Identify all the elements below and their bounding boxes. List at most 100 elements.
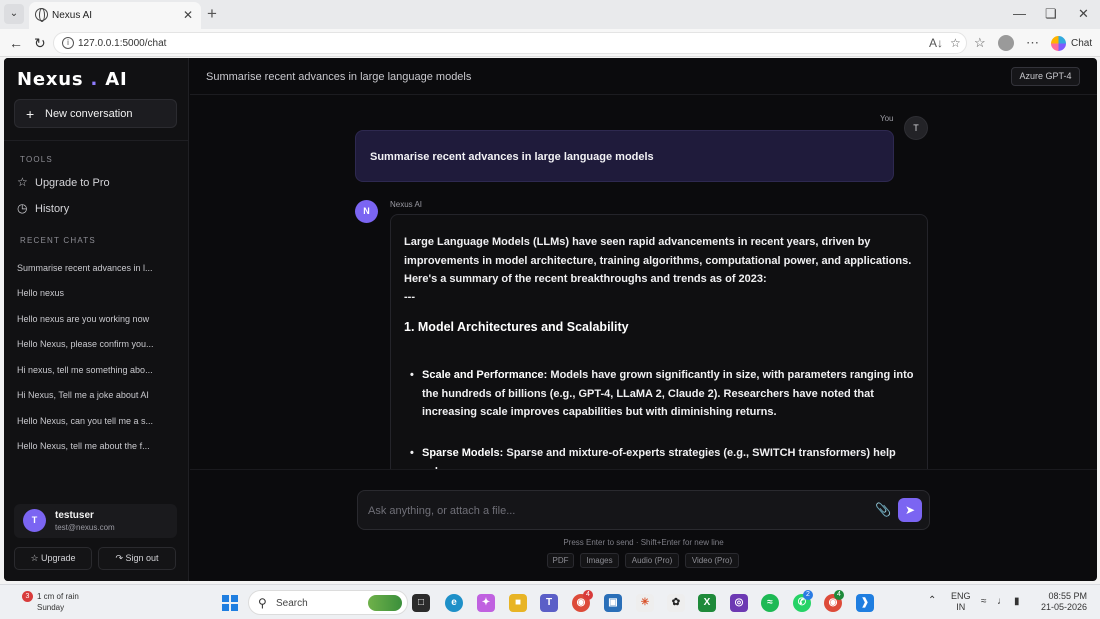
address-bar[interactable]: i 127.0.0.1:5000/chat A↓ ☆ bbox=[53, 32, 967, 54]
star-icon: ☆ bbox=[17, 175, 28, 189]
copilot-app-icon[interactable]: ✦ bbox=[477, 594, 495, 612]
paperclip-icon[interactable]: 📎 bbox=[875, 502, 891, 518]
info-icon[interactable]: i bbox=[62, 37, 74, 49]
user-name: testuser bbox=[55, 510, 94, 521]
browser-tab-strip: ⌄ Nexus AI ✕ + — ❏ ✕ bbox=[0, 0, 1100, 29]
upgrade-button[interactable]: ☆ Upgrade bbox=[14, 547, 92, 570]
notification-badge: 4 bbox=[834, 590, 844, 600]
ai-rule: --- bbox=[404, 291, 415, 303]
chip-video[interactable]: Video (Pro) bbox=[685, 553, 739, 568]
notification-badge: 2 bbox=[803, 590, 813, 600]
back-icon[interactable]: ← bbox=[9, 35, 23, 51]
sidebar-divider bbox=[4, 140, 188, 141]
browser-tab[interactable]: Nexus AI ✕ bbox=[29, 2, 201, 29]
recent-chat-item[interactable]: Hello Nexus, can you tell me a s... bbox=[17, 416, 167, 426]
model-selector[interactable]: Azure GPT-4 bbox=[1011, 67, 1080, 86]
volume-icon[interactable]: ♩ bbox=[997, 596, 1007, 607]
profile-avatar[interactable] bbox=[998, 35, 1014, 51]
recent-chat-item[interactable]: Hello Nexus, please confirm you... bbox=[17, 339, 167, 349]
favorite-star-icon[interactable]: ☆ bbox=[950, 36, 961, 50]
teams-app-icon[interactable]: T bbox=[540, 594, 558, 612]
chatgpt-app-icon[interactable]: ✿ bbox=[667, 594, 685, 612]
vscode-app-icon[interactable]: ❱ bbox=[856, 594, 874, 612]
chat-main: Summarise recent advances in large langu… bbox=[190, 58, 1097, 581]
sign-out-icon: ↷ bbox=[115, 553, 123, 563]
ai-avatar: N bbox=[355, 200, 378, 223]
xbox-app-icon[interactable]: X bbox=[698, 594, 716, 612]
language-indicator[interactable]: ENG IN bbox=[951, 591, 971, 613]
chip-audio[interactable]: Audio (Pro) bbox=[625, 553, 679, 568]
url-text[interactable]: 127.0.0.1:5000/chat bbox=[78, 38, 166, 49]
message-list[interactable]: You T Summarise recent advances in large… bbox=[190, 96, 1097, 469]
message-composer: 📎 ➤ bbox=[357, 490, 930, 530]
sidebar-item-label: History bbox=[35, 203, 70, 215]
search-label: Search bbox=[276, 598, 308, 609]
ai-message: Large Language Models (LLMs) have seen r… bbox=[390, 214, 928, 469]
read-aloud-icon[interactable]: A↓ bbox=[929, 36, 943, 50]
store-app-icon[interactable]: ▣ bbox=[604, 594, 622, 612]
copilot-label[interactable]: Chat bbox=[1071, 38, 1092, 49]
user-email: test@nexus.com bbox=[55, 523, 115, 532]
composer-hint: Press Enter to send · Shift+Enter for ne… bbox=[563, 538, 724, 547]
ai-bullet-item: Scale and Performance: Models have grown… bbox=[410, 366, 922, 422]
taskbar: 3 1 cm of rain Sunday ⚲ Search □ e ✦ ■ T… bbox=[0, 584, 1100, 619]
recent-chat-item[interactable]: Hi Nexus, Tell me a joke about AI bbox=[17, 390, 167, 400]
plus-icon: + bbox=[26, 106, 35, 122]
edge-app-icon[interactable]: e bbox=[445, 594, 463, 612]
taskbar-search[interactable]: ⚲ Search bbox=[248, 590, 408, 615]
clock-icon: ◷ bbox=[17, 201, 28, 215]
chip-images[interactable]: Images bbox=[580, 553, 619, 568]
ai-message-label: Nexus AI bbox=[390, 200, 423, 209]
clock[interactable]: 08:55 PM 21-05-2026 bbox=[1041, 591, 1087, 613]
search-icon: ⚲ bbox=[258, 596, 267, 610]
start-button[interactable] bbox=[222, 595, 238, 611]
minimize-icon[interactable]: — bbox=[1013, 6, 1026, 21]
file-explorer-app-icon[interactable]: ■ bbox=[509, 594, 527, 612]
spotify-app-icon[interactable]: ≈ bbox=[761, 594, 779, 612]
reload-icon[interactable]: ↻ bbox=[34, 35, 46, 52]
page-title: Summarise recent advances in large langu… bbox=[206, 71, 472, 83]
new-conversation-label: New conversation bbox=[45, 108, 133, 120]
chip-pdf[interactable]: PDF bbox=[547, 553, 574, 568]
recent-chat-item[interactable]: Hi nexus, tell me something abo... bbox=[17, 365, 167, 375]
composer-divider bbox=[190, 469, 1097, 470]
weather-widget[interactable]: 1 cm of rain Sunday bbox=[37, 591, 79, 613]
tab-actions-menu-icon[interactable]: ⌄ bbox=[4, 4, 24, 24]
restore-icon[interactable]: ❏ bbox=[1045, 6, 1057, 22]
file-viewer-app-icon[interactable]: □ bbox=[412, 594, 430, 612]
avatar: T bbox=[904, 116, 928, 140]
message-input[interactable] bbox=[368, 502, 858, 520]
avatar: T bbox=[23, 509, 46, 532]
weather-badge: 3 bbox=[22, 591, 33, 602]
new-conversation-button[interactable]: + New conversation bbox=[14, 99, 177, 128]
ai-bullet-item: Sparse Models: Sparse and mixture-of-exp… bbox=[410, 444, 922, 469]
more-icon[interactable]: ⋯ bbox=[1026, 35, 1039, 51]
user-card[interactable]: T testuser test@nexus.com bbox=[14, 504, 177, 538]
copilot-icon[interactable] bbox=[1051, 36, 1066, 51]
ai-intro-text: Large Language Models (LLMs) have seen r… bbox=[404, 236, 912, 285]
photos-app-icon[interactable]: ◎ bbox=[730, 594, 748, 612]
send-button[interactable]: ➤ bbox=[898, 498, 922, 522]
tab-title: Nexus AI bbox=[52, 10, 93, 21]
user-message: Summarise recent advances in large langu… bbox=[355, 130, 894, 182]
recent-chat-item[interactable]: Summarise recent advances in l... bbox=[17, 263, 167, 273]
window-close-icon[interactable]: ✕ bbox=[1078, 6, 1089, 22]
browser-toolbar: ← ↻ i 127.0.0.1:5000/chat A↓ ☆ ☆ ⋯ bbox=[0, 29, 1100, 57]
sidebar-item-label: Upgrade to Pro bbox=[35, 177, 110, 189]
recent-chat-item[interactable]: Hello Nexus, tell me about the f... bbox=[17, 441, 167, 451]
wifi-icon[interactable]: ≈ bbox=[981, 596, 987, 607]
favorites-icon[interactable]: ☆ bbox=[974, 35, 986, 51]
chevron-up-icon[interactable]: ⌃ bbox=[928, 595, 936, 606]
tab-close-icon[interactable]: ✕ bbox=[183, 8, 193, 22]
sidebar-item-history[interactable]: ◷ History bbox=[15, 198, 178, 220]
recent-chat-item[interactable]: Hello nexus bbox=[17, 288, 167, 298]
user-message-text: Summarise recent advances in large langu… bbox=[370, 151, 654, 163]
sign-out-button[interactable]: ↷ Sign out bbox=[98, 547, 176, 570]
logo: Nexus . AI bbox=[17, 69, 128, 90]
sidebar-item-upgrade-to-pro[interactable]: ☆ Upgrade to Pro bbox=[15, 172, 178, 194]
recent-chat-item[interactable]: Hello nexus are you working now bbox=[17, 314, 167, 324]
claude-app-icon[interactable]: ✳ bbox=[636, 594, 654, 612]
battery-icon[interactable]: ▮ bbox=[1014, 596, 1020, 607]
sidebar: Nexus . AI + New conversation TOOLS ☆ Up… bbox=[4, 58, 189, 581]
new-tab-button[interactable]: + bbox=[207, 4, 217, 24]
